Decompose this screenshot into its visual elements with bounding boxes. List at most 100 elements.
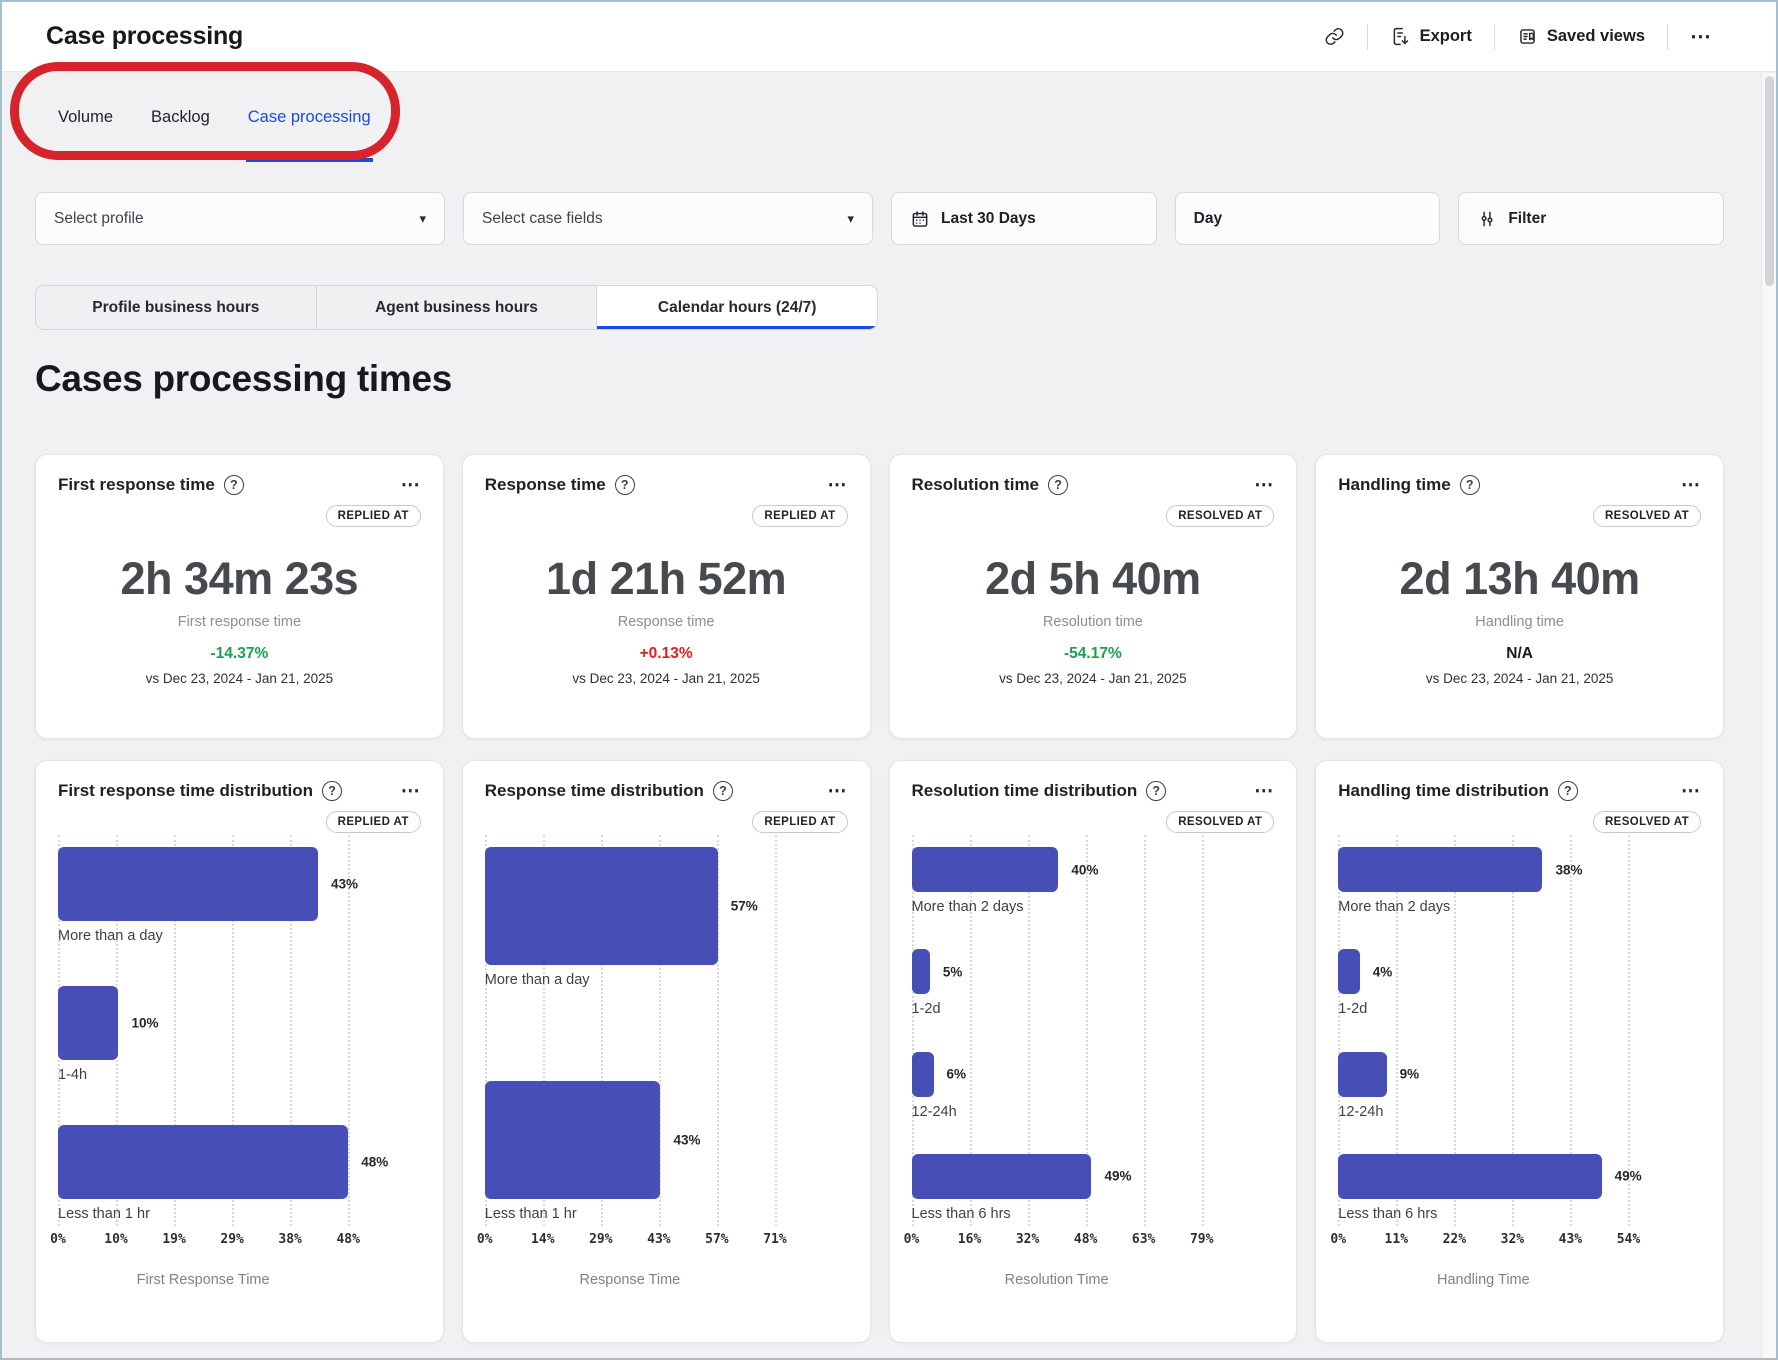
comparison-period: vs Dec 23, 2024 - Jan 21, 2025 — [912, 671, 1275, 686]
scrollbar-thumb[interactable] — [1765, 76, 1774, 286]
x-axis-tick: 43% — [647, 1232, 670, 1247]
bar-category-label: 12-24h — [1338, 1104, 1628, 1120]
select-case-fields-dropdown[interactable]: Select case fields ▾ — [463, 192, 873, 245]
more-options-icon[interactable]: ⋯ — [1690, 26, 1712, 47]
x-axis-tick: 19% — [162, 1232, 185, 1247]
divider — [1494, 24, 1495, 50]
saved-views-button[interactable]: Saved views — [1517, 26, 1645, 47]
granularity-button[interactable]: Day — [1175, 192, 1441, 245]
bar-value-label: 43% — [331, 877, 358, 892]
distribution-chart-card: Resolution time distribution ? ⋯ RESOLVE… — [889, 760, 1298, 1343]
bar — [912, 949, 930, 994]
chevron-down-icon: ▾ — [419, 211, 426, 227]
help-icon[interactable]: ? — [322, 781, 342, 801]
card-title: Handling time distribution — [1338, 781, 1549, 801]
bar-category-label: Less than 1 hr — [485, 1206, 775, 1222]
metric-card: First response time ? ⋯ REPLIED AT 2h 34… — [35, 454, 444, 739]
bar-row: 48%Less than 1 hr — [58, 1125, 348, 1222]
metric-caption: Response time — [485, 614, 848, 630]
card-menu-icon[interactable]: ⋯ — [401, 782, 421, 801]
metric-delta: -14.37% — [58, 645, 421, 663]
help-icon[interactable]: ? — [1048, 475, 1068, 495]
x-axis-tick: 43% — [1559, 1232, 1582, 1247]
bar — [485, 1081, 661, 1199]
card-menu-icon[interactable]: ⋯ — [1681, 782, 1701, 801]
status-badge: REPLIED AT — [752, 505, 847, 527]
bar-category-label: More than 2 days — [912, 899, 1202, 915]
help-icon[interactable]: ? — [1146, 781, 1166, 801]
tab-calendar-hours[interactable]: Calendar hours (24/7) — [597, 286, 877, 329]
x-axis-ticks: 0%11%22%32%43%54% — [1338, 1232, 1628, 1252]
x-axis-ticks: 0%10%19%29%38%48% — [58, 1232, 348, 1252]
filter-button[interactable]: Filter — [1458, 192, 1724, 245]
status-badge: REPLIED AT — [752, 811, 847, 833]
card-title: Resolution time distribution — [912, 781, 1138, 801]
x-axis-ticks: 0%14%29%43%57%71% — [485, 1232, 775, 1252]
bar — [912, 1154, 1092, 1199]
x-axis-title: Response Time — [485, 1272, 775, 1288]
x-axis-tick: 16% — [958, 1232, 981, 1247]
plot-area: 40%More than 2 days5%1-2d6%12-24h49%Less… — [912, 847, 1202, 1222]
saved-views-icon — [1517, 26, 1538, 47]
bar — [58, 1125, 348, 1199]
bar-value-label: 4% — [1373, 964, 1393, 979]
date-range-button[interactable]: Last 30 Days — [891, 192, 1157, 245]
bar-chart: 38%More than 2 days4%1-2d9%12-24h49%Less… — [1338, 847, 1701, 1322]
card-menu-icon[interactable]: ⋯ — [1254, 782, 1274, 801]
bar-category-label: Less than 6 hrs — [912, 1206, 1202, 1222]
x-axis-tick: 0% — [477, 1232, 493, 1247]
bar-category-label: Less than 1 hr — [58, 1206, 348, 1222]
x-axis-title: First Response Time — [58, 1272, 348, 1288]
bar-row: 57%More than a day — [485, 847, 775, 988]
scrollbar-track — [1761, 73, 1776, 1358]
bar-category-label: 12-24h — [912, 1104, 1202, 1120]
bar-value-label: 6% — [947, 1067, 967, 1082]
card-menu-icon[interactable]: ⋯ — [401, 476, 421, 495]
tab-agent-business-hours[interactable]: Agent business hours — [317, 286, 598, 329]
help-icon[interactable]: ? — [615, 475, 635, 495]
status-badge: RESOLVED AT — [1166, 811, 1274, 833]
chevron-down-icon: ▾ — [847, 211, 854, 227]
card-menu-icon[interactable]: ⋯ — [1254, 476, 1274, 495]
metric-value: 2h 34m 23s — [58, 553, 421, 605]
x-axis-tick: 14% — [531, 1232, 554, 1247]
header-actions: Export Saved views ⋯ — [1324, 24, 1712, 50]
filter-bar: Select profile ▾ Select case fields ▾ La… — [35, 192, 1724, 245]
help-icon[interactable]: ? — [1460, 475, 1480, 495]
metric-caption: Handling time — [1338, 614, 1701, 630]
export-button[interactable]: Export — [1390, 26, 1472, 47]
bar-category-label: 1-2d — [1338, 1001, 1628, 1017]
status-badge: RESOLVED AT — [1593, 811, 1701, 833]
x-axis-tick: 63% — [1132, 1232, 1155, 1247]
comparison-period: vs Dec 23, 2024 - Jan 21, 2025 — [58, 671, 421, 686]
plot-area: 38%More than 2 days4%1-2d9%12-24h49%Less… — [1338, 847, 1628, 1222]
tab-volume[interactable]: Volume — [58, 72, 113, 162]
card-menu-icon[interactable]: ⋯ — [828, 476, 848, 495]
bar-category-label: More than 2 days — [1338, 899, 1628, 915]
bar-chart: 43%More than a day10%1-4h48%Less than 1 … — [58, 847, 421, 1322]
bar — [1338, 847, 1542, 892]
card-menu-icon[interactable]: ⋯ — [828, 782, 848, 801]
copy-link-button[interactable] — [1324, 26, 1345, 47]
x-axis-tick: 48% — [336, 1232, 359, 1247]
bar — [58, 847, 318, 921]
select-profile-dropdown[interactable]: Select profile ▾ — [35, 192, 445, 245]
tab-profile-business-hours[interactable]: Profile business hours — [36, 286, 317, 329]
bar-value-label: 49% — [1104, 1169, 1131, 1184]
bar — [912, 847, 1059, 892]
tab-case-processing[interactable]: Case processing — [248, 72, 371, 162]
bar-value-label: 9% — [1400, 1067, 1420, 1082]
card-menu-icon[interactable]: ⋯ — [1681, 476, 1701, 495]
section-title: Cases processing times — [35, 358, 1776, 400]
metric-card: Handling time ? ⋯ RESOLVED AT 2d 13h 40m… — [1315, 454, 1724, 739]
help-icon[interactable]: ? — [1558, 781, 1578, 801]
bar-row: 49% Less than 6 hrs — [912, 1154, 1202, 1222]
metric-caption: First response time — [58, 614, 421, 630]
tab-backlog[interactable]: Backlog — [151, 72, 210, 162]
bar-row: 40%More than 2 days — [912, 847, 1202, 915]
bar-row: 10%1-4h — [58, 986, 348, 1083]
help-icon[interactable]: ? — [713, 781, 733, 801]
x-axis-tick: 79% — [1190, 1232, 1213, 1247]
metric-value: 2d 5h 40m — [912, 553, 1275, 605]
help-icon[interactable]: ? — [224, 475, 244, 495]
